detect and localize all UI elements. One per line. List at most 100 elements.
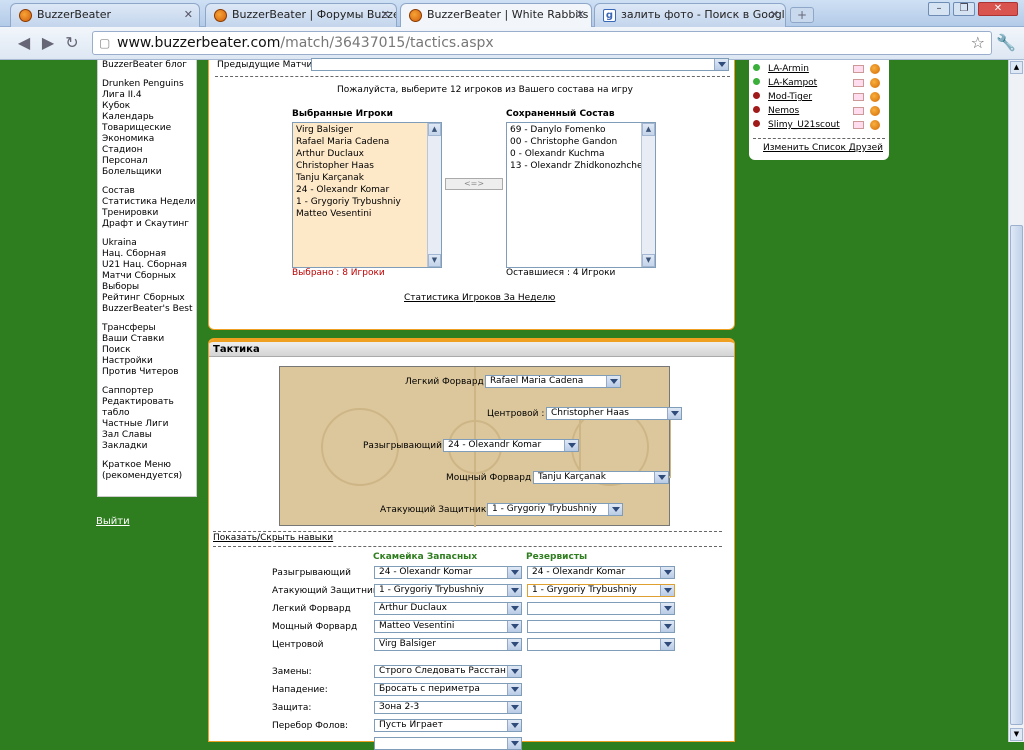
mail-icon[interactable] — [853, 121, 864, 129]
previous-matches-select[interactable] — [311, 58, 729, 71]
mail-icon[interactable] — [853, 93, 864, 101]
sidebar-item[interactable]: Болельщики — [102, 167, 192, 178]
list-item[interactable]: 24 - Olexandr Komar — [296, 184, 438, 196]
c-select[interactable]: Christopher Haas — [546, 407, 682, 420]
friend-link[interactable]: Nemos — [768, 106, 799, 116]
reserve-select[interactable]: 24 - Olexandr Komar — [527, 566, 675, 579]
maximize-button[interactable]: ❐ — [953, 2, 975, 16]
minimize-button[interactable]: – — [928, 2, 950, 16]
sidebar-item[interactable]: Стадион — [102, 145, 192, 156]
friend-link[interactable]: Slimy_U21scout — [768, 120, 840, 130]
sidebar-item[interactable]: Настройки — [102, 356, 192, 367]
defense-select[interactable]: Зона 2-3 — [374, 701, 522, 714]
list-item[interactable]: 0 - Olexandr Kuchma — [510, 148, 652, 160]
list-item[interactable]: Tanju Karçanak — [296, 172, 438, 184]
sidebar-item[interactable]: Календарь — [102, 112, 192, 123]
mail-icon[interactable] — [853, 79, 864, 87]
tab-google-search[interactable]: g залить фото - Поиск в Googl ✕ — [594, 3, 786, 27]
challenge-icon[interactable] — [870, 64, 880, 74]
sidebar-item[interactable]: Лига II.4 — [102, 90, 192, 101]
bench-select[interactable]: 24 - Olexandr Komar — [374, 566, 522, 579]
sidebar-item[interactable]: Ваши Ставки — [102, 334, 192, 345]
sidebar-item[interactable]: Товарищеские — [102, 123, 192, 134]
sidebar-item[interactable]: Матчи Сборных — [102, 271, 192, 282]
mail-icon[interactable] — [853, 65, 864, 73]
scroll-down-icon[interactable]: ▼ — [1010, 728, 1023, 741]
sidebar-item[interactable]: Кубок — [102, 101, 192, 112]
list-item[interactable]: Christopher Haas — [296, 160, 438, 172]
sidebar-item[interactable]: Закладки — [102, 441, 192, 452]
weekly-stats-link[interactable]: Статистика Игроков За Неделю — [404, 293, 555, 303]
selected-players-list[interactable]: Virg Balsiger Rafael Maria Cadena Arthur… — [292, 122, 442, 268]
sidebar-item[interactable]: Рейтинг Сборных — [102, 293, 192, 304]
close-tab-icon[interactable]: ✕ — [381, 4, 390, 26]
list-item[interactable]: 13 - Olexandr Zhidkonozhchenk — [510, 160, 653, 172]
toggle-skills-link[interactable]: Показать/Скрыть навыки — [213, 533, 333, 543]
challenge-icon[interactable] — [870, 78, 880, 88]
list-scrollbar[interactable]: ▲ ▼ — [427, 123, 441, 267]
tab-forums[interactable]: BuzzerBeater | Форумы Buzze ✕ — [205, 3, 397, 27]
sg-select[interactable]: 1 - Grygoriy Trybushniy — [487, 503, 623, 516]
list-item[interactable]: 69 - Danylo Fomenko — [510, 124, 652, 136]
sidebar-item[interactable]: Экономика — [102, 134, 192, 145]
edit-friends-link[interactable]: Изменить Список Друзей — [763, 143, 883, 153]
challenge-icon[interactable] — [870, 106, 880, 116]
sidebar-item[interactable]: Ukraina — [102, 238, 192, 249]
friend-link[interactable]: LA-Armin — [768, 64, 809, 74]
swap-button[interactable]: <=> — [445, 178, 503, 190]
sidebar-item[interactable]: Выборы — [102, 282, 192, 293]
substitutions-select[interactable]: Строго Следовать Расстан — [374, 665, 522, 678]
sidebar-item[interactable]: Нац. Сборная — [102, 249, 192, 260]
forward-arrow-icon[interactable]: ▶ — [38, 34, 58, 54]
offense-select[interactable]: Бросать с периметра — [374, 683, 522, 696]
challenge-icon[interactable] — [870, 92, 880, 102]
bench-select[interactable]: Virg Balsiger — [374, 638, 522, 651]
logout-link[interactable]: Выйти — [96, 516, 130, 527]
reserve-select[interactable] — [527, 602, 675, 615]
scroll-up-icon[interactable]: ▲ — [1010, 61, 1023, 74]
sidebar-item[interactable]: Саппортер — [102, 386, 192, 397]
sidebar-item[interactable]: Состав — [102, 186, 192, 197]
sidebar-item[interactable]: Драфт и Скаутинг — [102, 219, 192, 230]
new-tab-button[interactable]: + — [790, 7, 814, 23]
bench-select[interactable]: Arthur Duclaux — [374, 602, 522, 615]
sidebar-item[interactable]: Поиск — [102, 345, 192, 356]
sf-select[interactable]: Rafael Maria Cadena — [485, 375, 621, 388]
sidebar-item[interactable]: U21 Нац. Сборная — [102, 260, 192, 271]
sidebar-item[interactable]: Краткое Меню — [102, 460, 192, 471]
sidebar-item[interactable]: (рекомендуется) — [102, 471, 192, 482]
sidebar-item[interactable]: Частные Лиги — [102, 419, 192, 430]
sidebar-item[interactable]: Тренировки — [102, 208, 192, 219]
wrench-icon[interactable]: 🔧 — [996, 34, 1016, 54]
bench-select[interactable]: 1 - Grygoriy Trybushniy — [374, 584, 522, 597]
reserve-select[interactable] — [527, 638, 675, 651]
page-scrollbar[interactable]: ▲ ▼ — [1008, 60, 1024, 742]
challenge-icon[interactable] — [870, 120, 880, 130]
tab-white-rabbits[interactable]: BuzzerBeater | White Rabbits ✕ — [400, 3, 592, 27]
bench-select[interactable]: Matteo Vesentini — [374, 620, 522, 633]
reload-icon[interactable]: ↻ — [62, 34, 82, 54]
sidebar-item[interactable]: Drunken Penguins — [102, 79, 192, 90]
pf-select[interactable]: Tanju Karçanak — [533, 471, 669, 484]
reserve-select[interactable]: 1 - Grygoriy Trybushniy — [527, 584, 675, 597]
mail-icon[interactable] — [853, 107, 864, 115]
star-icon[interactable]: ☆ — [971, 32, 985, 54]
sidebar-item[interactable]: BuzzerBeater's Best — [102, 304, 193, 315]
sidebar-item[interactable]: табло — [102, 408, 192, 419]
list-item[interactable]: Rafael Maria Cadena — [296, 136, 438, 148]
tab-buzzerbeater[interactable]: BuzzerBeater ✕ — [10, 3, 200, 27]
sidebar-item[interactable]: Трансферы — [102, 323, 192, 334]
sidebar-item[interactable]: Редактировать — [102, 397, 192, 408]
list-item[interactable]: Matteo Vesentini — [296, 208, 438, 220]
list-item[interactable]: 1 - Grygoriy Trybushniy — [296, 196, 438, 208]
sidebar-item[interactable]: Зал Славы — [102, 430, 192, 441]
pg-select[interactable]: 24 - Olexandr Komar — [443, 439, 579, 452]
list-item[interactable]: Virg Balsiger — [296, 124, 438, 136]
sidebar-item[interactable]: Против Читеров — [102, 367, 192, 378]
sidebar-item[interactable]: BuzzerBeater блог — [102, 60, 192, 71]
close-window-button[interactable]: ✕ — [978, 2, 1018, 16]
sidebar-item[interactable]: Статистика Недели — [102, 197, 196, 208]
extra-select[interactable] — [374, 737, 522, 750]
saved-lineup-list[interactable]: 69 - Danylo Fomenko 00 - Christophe Gand… — [506, 122, 656, 268]
reserve-select[interactable] — [527, 620, 675, 633]
